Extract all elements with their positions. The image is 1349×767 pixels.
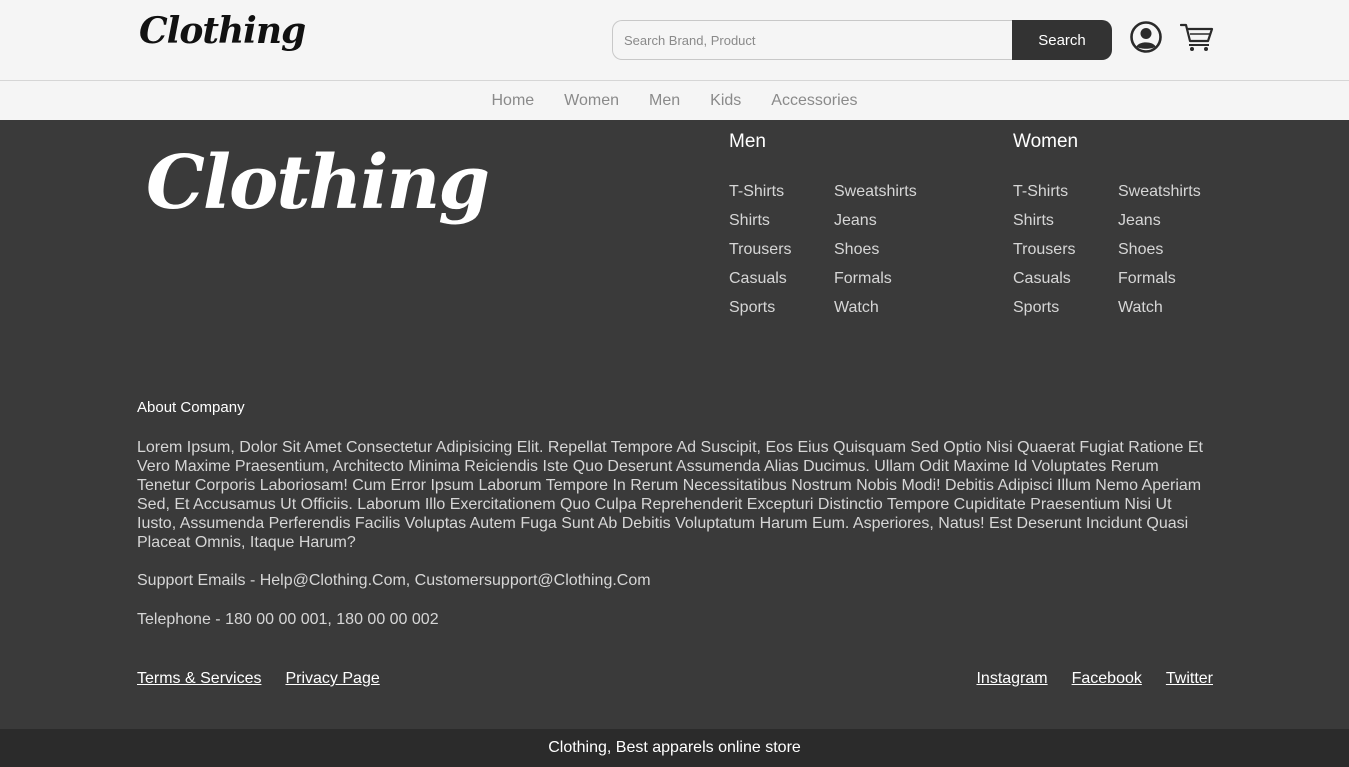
footer-logo: Clothing bbox=[146, 140, 490, 226]
footer-link-women-shoes[interactable]: Shoes bbox=[1118, 240, 1201, 269]
footer-men-title: Men bbox=[729, 131, 766, 152]
nav-men[interactable]: Men bbox=[649, 92, 680, 110]
about-title: About Company bbox=[137, 399, 245, 416]
twitter-link[interactable]: Twitter bbox=[1166, 670, 1213, 688]
footer-link-men-formals[interactable]: Formals bbox=[834, 269, 917, 298]
main-nav: Home Women Men Kids Accessories bbox=[0, 81, 1349, 120]
header-logo[interactable]: Clothing bbox=[139, 10, 306, 52]
support-emails: Support Emails - Help@Clothing.Com, Cust… bbox=[137, 572, 651, 589]
footer-link-men-sweatshirts[interactable]: Sweatshirts bbox=[834, 182, 917, 211]
bottom-tagline: Clothing, Best apparels online store bbox=[548, 739, 801, 756]
footer-link-women-sweatshirts[interactable]: Sweatshirts bbox=[1118, 182, 1201, 211]
nav-home[interactable]: Home bbox=[491, 92, 534, 110]
footer-link-women-formals[interactable]: Formals bbox=[1118, 269, 1201, 298]
user-icon[interactable] bbox=[1130, 21, 1162, 53]
footer-link-women-tshirts[interactable]: T-Shirts bbox=[1013, 182, 1076, 211]
facebook-link[interactable]: Facebook bbox=[1072, 670, 1142, 688]
nav-accessories[interactable]: Accessories bbox=[771, 92, 857, 110]
footer-men-list-1: T-Shirts Shirts Trousers Casuals Sports bbox=[729, 182, 792, 327]
footer-link-men-casuals[interactable]: Casuals bbox=[729, 269, 792, 298]
footer-link-men-shirts[interactable]: Shirts bbox=[729, 211, 792, 240]
cart-icon[interactable] bbox=[1180, 22, 1214, 52]
footer-link-men-jeans[interactable]: Jeans bbox=[834, 211, 917, 240]
footer-women-list-2: Sweatshirts Jeans Shoes Formals Watch bbox=[1118, 182, 1201, 327]
legal-links: Terms & Services Privacy Page bbox=[137, 670, 380, 688]
about-text: Lorem Ipsum, Dolor Sit Amet Consectetur … bbox=[137, 439, 1203, 551]
footer-women-list-1: T-Shirts Shirts Trousers Casuals Sports bbox=[1013, 182, 1076, 327]
search-button[interactable]: Search bbox=[1012, 20, 1112, 60]
footer-link-women-watch[interactable]: Watch bbox=[1118, 298, 1201, 327]
privacy-link[interactable]: Privacy Page bbox=[285, 670, 379, 688]
nav-women[interactable]: Women bbox=[564, 92, 619, 110]
telephone: Telephone - 180 00 00 001, 180 00 00 002 bbox=[137, 611, 439, 628]
footer-link-men-shoes[interactable]: Shoes bbox=[834, 240, 917, 269]
footer-link-men-trousers[interactable]: Trousers bbox=[729, 240, 792, 269]
footer-link-women-shirts[interactable]: Shirts bbox=[1013, 211, 1076, 240]
bottom-bar: Clothing, Best apparels online store bbox=[0, 729, 1349, 767]
nav-kids[interactable]: Kids bbox=[710, 92, 741, 110]
footer-link-women-jeans[interactable]: Jeans bbox=[1118, 211, 1201, 240]
search-bar: Search bbox=[612, 20, 1112, 60]
footer-link-men-sports[interactable]: Sports bbox=[729, 298, 792, 327]
search-input[interactable] bbox=[612, 20, 1012, 60]
footer-link-women-casuals[interactable]: Casuals bbox=[1013, 269, 1076, 298]
footer-link-men-tshirts[interactable]: T-Shirts bbox=[729, 182, 792, 211]
footer-link-men-watch[interactable]: Watch bbox=[834, 298, 917, 327]
site-header: Clothing Search bbox=[0, 0, 1349, 81]
terms-link[interactable]: Terms & Services bbox=[137, 670, 261, 688]
footer-link-women-sports[interactable]: Sports bbox=[1013, 298, 1076, 327]
footer-link-women-trousers[interactable]: Trousers bbox=[1013, 240, 1076, 269]
site-footer: Clothing Men T-Shirts Shirts Trousers Ca… bbox=[0, 120, 1349, 729]
social-links: Instagram Facebook Twitter bbox=[976, 670, 1213, 688]
instagram-link[interactable]: Instagram bbox=[976, 670, 1047, 688]
footer-men-list-2: Sweatshirts Jeans Shoes Formals Watch bbox=[834, 182, 917, 327]
footer-women-title: Women bbox=[1013, 131, 1079, 152]
